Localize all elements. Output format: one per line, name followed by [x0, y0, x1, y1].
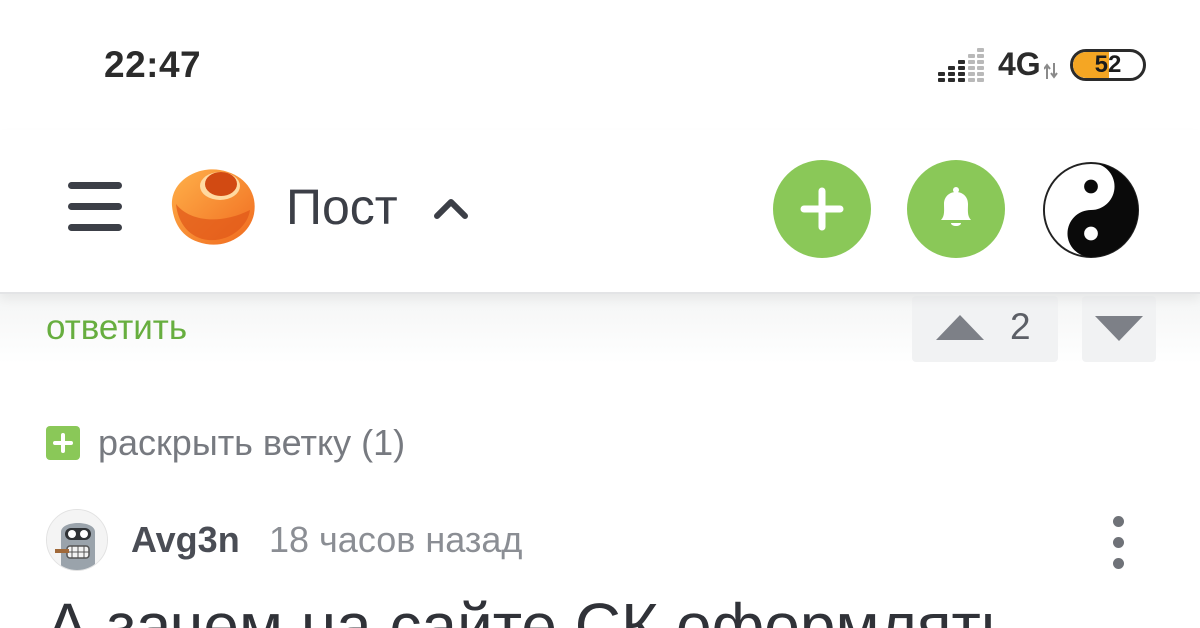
comment-timestamp: 18 часов назад	[269, 519, 523, 560]
bell-icon	[941, 187, 971, 226]
data-arrows-icon	[1044, 63, 1058, 79]
vote-down-button[interactable]	[1082, 296, 1156, 362]
plus-square-icon	[46, 426, 80, 460]
app-header: Пост	[0, 130, 1200, 294]
page-title[interactable]: Пост	[286, 178, 398, 236]
reply-link[interactable]: ответить	[46, 308, 187, 348]
notifications-button[interactable]	[907, 160, 1005, 258]
triangle-down-icon	[1095, 316, 1143, 341]
network-type: 4G	[998, 46, 1041, 82]
author-avatar[interactable]	[46, 509, 108, 571]
status-time: 22:47	[104, 44, 202, 85]
author-name[interactable]: Avg3n	[131, 519, 240, 561]
vote-up-button[interactable]: 2	[912, 296, 1058, 362]
pikabu-logo-icon[interactable]	[166, 164, 258, 250]
more-vertical-icon[interactable]	[1100, 510, 1140, 574]
triangle-up-icon	[936, 315, 984, 340]
signal-bars-icon	[938, 48, 984, 82]
comment-text: А зачем на сайте СК оформлять	[46, 590, 1015, 628]
battery-level: 52	[1094, 51, 1122, 78]
hamburger-menu-icon[interactable]	[64, 178, 126, 236]
rating-count: 2	[1010, 306, 1031, 347]
plus-icon	[800, 187, 844, 231]
yin-yang-avatar[interactable]	[1042, 161, 1140, 259]
status-bar: 22:47 4G 52	[0, 0, 1200, 130]
add-post-button[interactable]	[773, 160, 871, 258]
battery-indicator: 52	[1070, 49, 1146, 81]
expand-thread-label: раскрыть ветку (1)	[98, 422, 406, 463]
chevron-up-icon[interactable]	[432, 194, 470, 222]
